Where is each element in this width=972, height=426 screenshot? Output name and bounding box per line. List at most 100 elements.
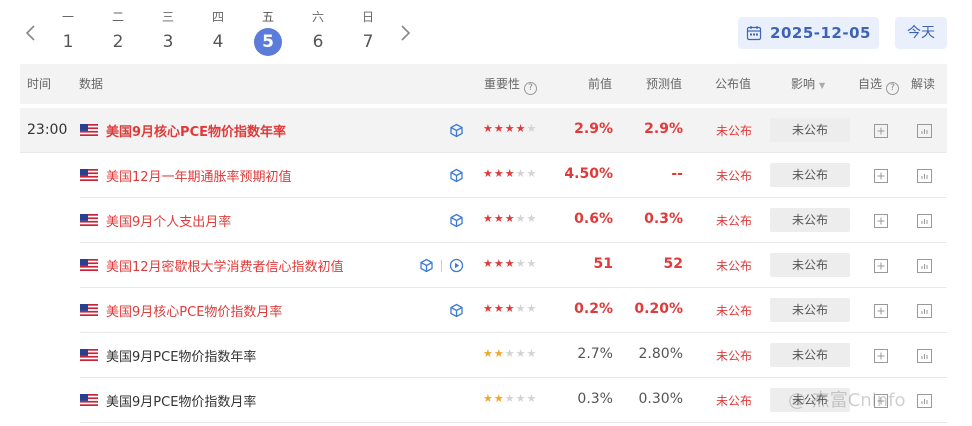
day-7[interactable]: 日7 <box>348 8 388 56</box>
table-header: 时间 数据 重要性? 前值 预测值 公布值 影响 ▼ 自选? 解读 <box>20 64 947 104</box>
star-icon: ★ <box>504 257 516 270</box>
star-icon: ★ <box>526 392 538 405</box>
importance-stars: ★★★★★ <box>483 347 537 360</box>
table-row[interactable]: 美国9月PCE物价指数月率 ★★★★★ 0.3% 0.30% 未公布 未公布 <box>80 378 947 423</box>
chart-icon[interactable] <box>917 303 932 318</box>
cube-icon[interactable] <box>449 168 464 183</box>
add-watch-icon[interactable] <box>874 258 888 273</box>
previous-value: 2.7% <box>577 346 613 362</box>
table-row[interactable]: 美国9月PCE物价指数年率 ★★★★★ 2.7% 2.80% 未公布 未公布 <box>80 333 947 378</box>
importance-stars: ★★★★★ <box>483 392 537 405</box>
forecast-value: -- <box>671 166 683 182</box>
column-impact[interactable]: 影响 ▼ <box>791 64 825 104</box>
star-icon: ★ <box>483 347 494 360</box>
cube-icon[interactable] <box>449 123 464 138</box>
forecast-value: 0.30% <box>638 391 683 407</box>
previous-value: 0.2% <box>574 301 613 317</box>
add-watch-icon[interactable] <box>874 213 888 228</box>
help-icon[interactable]: ? <box>886 82 900 95</box>
cube-icon[interactable] <box>449 303 464 318</box>
day-2[interactable]: 二2 <box>98 8 138 56</box>
us-flag-icon <box>80 304 98 316</box>
importance-stars: ★★★★★ <box>483 167 537 180</box>
play-icon[interactable] <box>449 258 464 273</box>
star-icon: ★ <box>493 122 505 135</box>
impact-badge: 未公布 <box>770 388 850 412</box>
us-flag-icon <box>80 349 98 361</box>
event-title[interactable]: 美国9月核心PCE物价指数月率 <box>106 301 282 320</box>
us-flag-icon <box>80 394 98 406</box>
impact-badge: 未公布 <box>770 298 850 322</box>
column-time: 时间 <box>27 77 52 91</box>
column-previous: 前值 <box>588 77 613 91</box>
star-icon: ★ <box>526 257 538 270</box>
chart-icon[interactable] <box>917 258 932 273</box>
weekday-label: 一 <box>61 10 74 24</box>
add-watch-icon[interactable] <box>874 348 888 363</box>
us-flag-icon <box>80 214 98 226</box>
chevron-right-icon[interactable] <box>394 22 416 44</box>
importance-stars: ★★★★★ <box>483 302 537 315</box>
date-picker-button[interactable]: 2025-12-05 <box>738 17 879 49</box>
add-watch-icon[interactable] <box>874 168 888 183</box>
column-actual: 公布值 <box>715 77 752 91</box>
table-row[interactable]: 美国9月个人支出月率 ★★★★★ 0.6% 0.3% 未公布 未公布 <box>80 198 947 243</box>
weekday-label: 六 <box>311 10 324 24</box>
day-3[interactable]: 三3 <box>148 8 188 56</box>
event-title[interactable]: 美国9月核心PCE物价指数年率 <box>106 121 286 140</box>
table-row[interactable]: 美国12月密歇根大学消费者信心指数初值 ★★★★★ 51 52 未公布 未公布 <box>80 243 947 288</box>
star-icon: ★ <box>515 122 527 135</box>
add-watch-icon[interactable] <box>874 303 888 318</box>
forecast-value: 2.9% <box>644 121 683 137</box>
today-button[interactable]: 今天 <box>895 17 947 49</box>
chart-icon[interactable] <box>917 123 932 138</box>
star-icon: ★ <box>526 212 538 225</box>
importance-stars: ★★★★★ <box>483 212 537 225</box>
star-icon: ★ <box>483 212 494 225</box>
add-watch-icon[interactable] <box>874 123 888 138</box>
day-6[interactable]: 六6 <box>298 8 338 56</box>
star-icon: ★ <box>504 122 516 135</box>
star-icon: ★ <box>493 167 505 180</box>
chart-icon[interactable] <box>917 213 932 228</box>
chart-icon[interactable] <box>917 393 932 408</box>
day-1[interactable]: 一1 <box>48 8 88 56</box>
add-watch-icon[interactable] <box>874 393 888 408</box>
event-title[interactable]: 美国9月PCE物价指数年率 <box>106 346 256 365</box>
star-icon: ★ <box>493 212 505 225</box>
help-icon[interactable]: ? <box>524 82 538 95</box>
day-number: 2 <box>112 32 124 52</box>
actual-value: 未公布 <box>716 349 753 363</box>
table-row[interactable]: 美国9月核心PCE物价指数月率 ★★★★★ 0.2% 0.20% 未公布 未公布 <box>80 288 947 333</box>
cube-icon[interactable] <box>449 213 464 228</box>
weekday-label: 二 <box>111 10 124 24</box>
event-title[interactable]: 美国9月PCE物价指数月率 <box>106 391 256 410</box>
event-title[interactable]: 美国12月一年期通胀率预期初值 <box>106 166 292 185</box>
chart-icon[interactable] <box>917 348 932 363</box>
forecast-value: 2.80% <box>638 346 683 362</box>
selected-date: 2025-12-05 <box>770 24 871 42</box>
previous-value: 0.6% <box>574 211 613 227</box>
impact-badge: 未公布 <box>770 163 850 187</box>
time-slot: 23:00 <box>20 108 80 152</box>
us-flag-icon <box>80 124 98 136</box>
star-icon: ★ <box>483 302 494 315</box>
star-icon: ★ <box>526 122 538 135</box>
sort-down-icon[interactable]: ▼ <box>819 66 825 106</box>
day-5[interactable]: 五5 <box>248 8 288 56</box>
weekday-label: 三 <box>161 10 174 24</box>
day-4[interactable]: 四4 <box>198 8 238 56</box>
table-row[interactable]: 美国12月一年期通胀率预期初值 ★★★★★ 4.50% -- 未公布 未公布 <box>80 153 947 198</box>
actual-value: 未公布 <box>716 259 753 273</box>
cube-icon[interactable] <box>419 258 434 273</box>
star-icon: ★ <box>515 302 527 315</box>
star-icon: ★ <box>515 347 527 360</box>
column-impact-label: 影响 <box>791 77 816 91</box>
table-row[interactable]: 美国9月核心PCE物价指数年率 ★★★★★ 2.9% 2.9% 未公布 未公布 <box>20 108 947 153</box>
event-title[interactable]: 美国12月密歇根大学消费者信心指数初值 <box>106 256 344 275</box>
previous-value: 4.50% <box>564 166 613 182</box>
chart-icon[interactable] <box>917 168 932 183</box>
chevron-left-icon[interactable] <box>20 22 42 44</box>
star-icon: ★ <box>526 302 538 315</box>
event-title[interactable]: 美国9月个人支出月率 <box>106 211 231 230</box>
